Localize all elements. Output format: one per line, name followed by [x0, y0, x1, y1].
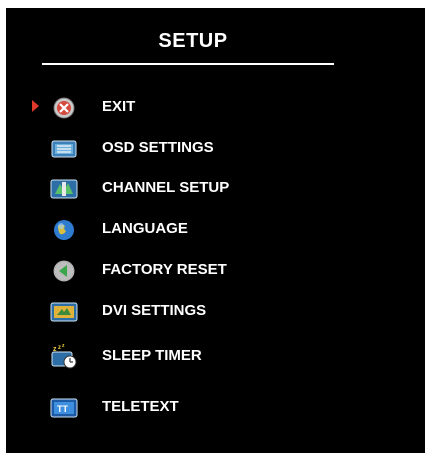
- menu-item-language[interactable]: LANGUAGE: [32, 216, 352, 244]
- svg-text:z: z: [58, 345, 61, 351]
- setup-menu-panel: SETUP EXIT OSD SETTINGS CHANNEL SETUP LA…: [6, 8, 425, 453]
- menu-item-label: DVI SETTINGS: [102, 302, 207, 319]
- osd-settings-icon: [51, 140, 77, 158]
- menu-item-label: EXIT: [102, 98, 136, 115]
- menu-item-factory-reset[interactable]: FACTORY RESET: [32, 257, 352, 285]
- menu-item-label: SLEEP TIMER: [102, 347, 202, 364]
- menu-item-label: CHANNEL SETUP: [102, 179, 230, 196]
- menu-title: SETUP: [158, 30, 228, 52]
- menu-item-label: TELETEXT: [102, 398, 179, 415]
- menu-item-channel-setup[interactable]: CHANNEL SETUP: [32, 175, 352, 203]
- svg-text:TT: TT: [57, 404, 68, 414]
- teletext-icon: TT: [50, 398, 78, 418]
- menu-item-dvi-settings[interactable]: DVI SETTINGS: [32, 298, 352, 326]
- menu-item-osd-settings[interactable]: OSD SETTINGS: [32, 135, 352, 163]
- title-divider: [42, 63, 334, 65]
- sleep-timer-icon: z z z: [51, 343, 77, 369]
- factory-reset-icon: [53, 260, 75, 282]
- dvi-settings-icon: [50, 302, 78, 322]
- menu-item-label: LANGUAGE: [102, 220, 188, 237]
- language-globe-icon: [54, 220, 74, 240]
- menu-item-teletext[interactable]: TT TELETEXT: [32, 394, 352, 422]
- channel-setup-icon: [50, 179, 78, 199]
- menu-item-exit[interactable]: EXIT: [32, 94, 352, 122]
- selection-pointer-icon: [32, 100, 39, 112]
- menu-item-label: FACTORY RESET: [102, 261, 227, 278]
- svg-text:z: z: [62, 343, 65, 349]
- exit-icon: [53, 97, 75, 119]
- menu-item-sleep-timer[interactable]: z z z SLEEP TIMER: [32, 343, 352, 371]
- menu-item-label: OSD SETTINGS: [102, 139, 214, 156]
